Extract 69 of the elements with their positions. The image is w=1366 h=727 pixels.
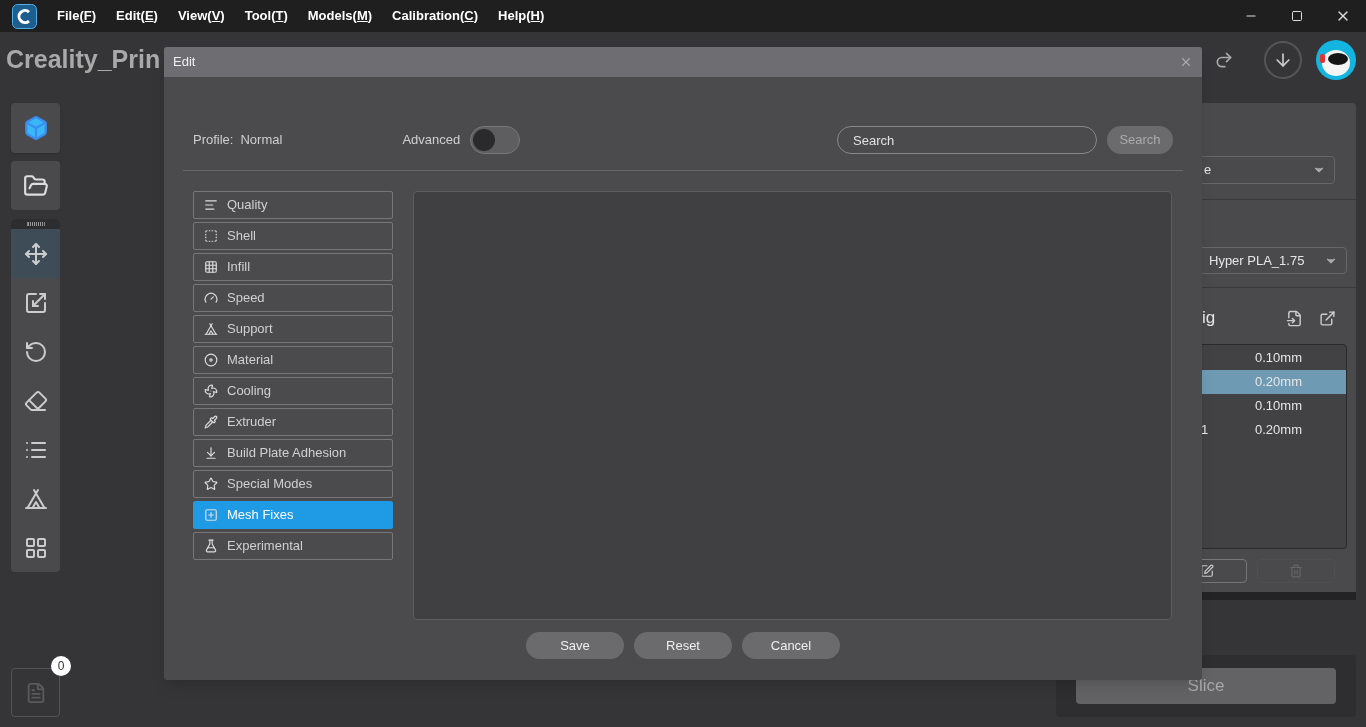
category-button[interactable]: Extruder bbox=[193, 408, 393, 436]
edit-icon bbox=[1200, 564, 1214, 578]
advanced-label: Advanced bbox=[402, 131, 461, 150]
dialog-button[interactable]: Cancel bbox=[742, 632, 840, 659]
section-title: ig bbox=[1202, 307, 1216, 330]
plus-square-icon bbox=[204, 508, 218, 522]
menu-item[interactable]: View(V) bbox=[177, 6, 225, 26]
open-button[interactable] bbox=[11, 161, 60, 210]
redo-icon[interactable] bbox=[1214, 50, 1234, 70]
import-icon[interactable] bbox=[1286, 309, 1303, 327]
menu-item[interactable]: Tool(T) bbox=[244, 6, 288, 26]
category-button[interactable]: Shell bbox=[193, 222, 393, 250]
app-title: Creality_Prin bbox=[6, 44, 161, 76]
eraser-icon bbox=[23, 388, 48, 413]
menu-item[interactable]: Models(M) bbox=[307, 6, 373, 26]
dialog-button[interactable]: Reset bbox=[634, 632, 732, 659]
profile-name: Normal bbox=[240, 131, 283, 150]
download-button[interactable] bbox=[1264, 41, 1302, 79]
table-cell-text: 0.20mm bbox=[1255, 421, 1302, 440]
table-cell-text: 0.20mm bbox=[1255, 373, 1302, 392]
rotate-icon bbox=[23, 339, 48, 364]
tent-icon bbox=[204, 322, 218, 336]
category-button[interactable]: Material bbox=[193, 346, 393, 374]
search-field[interactable]: Search bbox=[837, 126, 1097, 154]
category-button[interactable]: Quality bbox=[193, 191, 393, 219]
category-button[interactable]: Cooling bbox=[193, 377, 393, 405]
category-button[interactable]: Build Plate Adhesion bbox=[193, 439, 393, 467]
disc-icon bbox=[204, 353, 218, 367]
grid-icon bbox=[204, 260, 218, 274]
grip-handle[interactable] bbox=[26, 222, 45, 226]
table-cell-text: 0.10mm bbox=[1255, 397, 1302, 416]
gauge-icon bbox=[204, 291, 218, 305]
file-list-button[interactable] bbox=[11, 668, 60, 717]
flask-icon bbox=[204, 539, 218, 553]
trash-icon bbox=[1289, 564, 1303, 578]
tent-icon bbox=[23, 486, 48, 511]
app-logo-icon bbox=[12, 3, 37, 29]
grid-icon bbox=[23, 535, 48, 560]
category-button[interactable]: Infill bbox=[193, 253, 393, 281]
menu-item[interactable]: File(F) bbox=[57, 6, 97, 26]
table-cell-text: 0.10mm bbox=[1255, 349, 1302, 368]
maximize-icon bbox=[1291, 10, 1303, 22]
avatar[interactable] bbox=[1316, 40, 1356, 80]
folder-icon bbox=[22, 172, 49, 199]
dialog-button[interactable]: Save bbox=[526, 632, 624, 659]
star-icon bbox=[204, 477, 218, 491]
category-button[interactable]: Mesh Fixes bbox=[193, 501, 393, 529]
export-icon[interactable] bbox=[1319, 309, 1336, 327]
cube-icon bbox=[22, 115, 49, 141]
bars-icon bbox=[204, 198, 218, 212]
dashed-square-icon bbox=[204, 229, 218, 243]
table-cell: 1 bbox=[1201, 422, 1209, 438]
advanced-toggle[interactable] bbox=[470, 126, 521, 154]
arrow-down-to-line-icon bbox=[204, 446, 218, 460]
category-button[interactable]: Support bbox=[193, 315, 393, 343]
model-button[interactable] bbox=[11, 103, 60, 153]
fan-icon bbox=[204, 384, 218, 398]
menu-item[interactable]: Calibration(C) bbox=[392, 6, 479, 26]
category-button[interactable]: Speed bbox=[193, 284, 393, 312]
category-button[interactable]: Experimental bbox=[193, 532, 393, 560]
category-button[interactable]: Special Modes bbox=[193, 470, 393, 498]
tool-button[interactable] bbox=[11, 229, 60, 278]
scale-icon bbox=[23, 290, 48, 315]
menu-item[interactable]: Edit(E) bbox=[116, 6, 158, 26]
profile-label: Profile: bbox=[193, 131, 234, 150]
dialog-title: Edit bbox=[173, 53, 196, 72]
move-icon bbox=[23, 241, 48, 266]
menu-item[interactable]: Help(H) bbox=[498, 6, 545, 26]
count-badge: 0 bbox=[51, 656, 71, 676]
